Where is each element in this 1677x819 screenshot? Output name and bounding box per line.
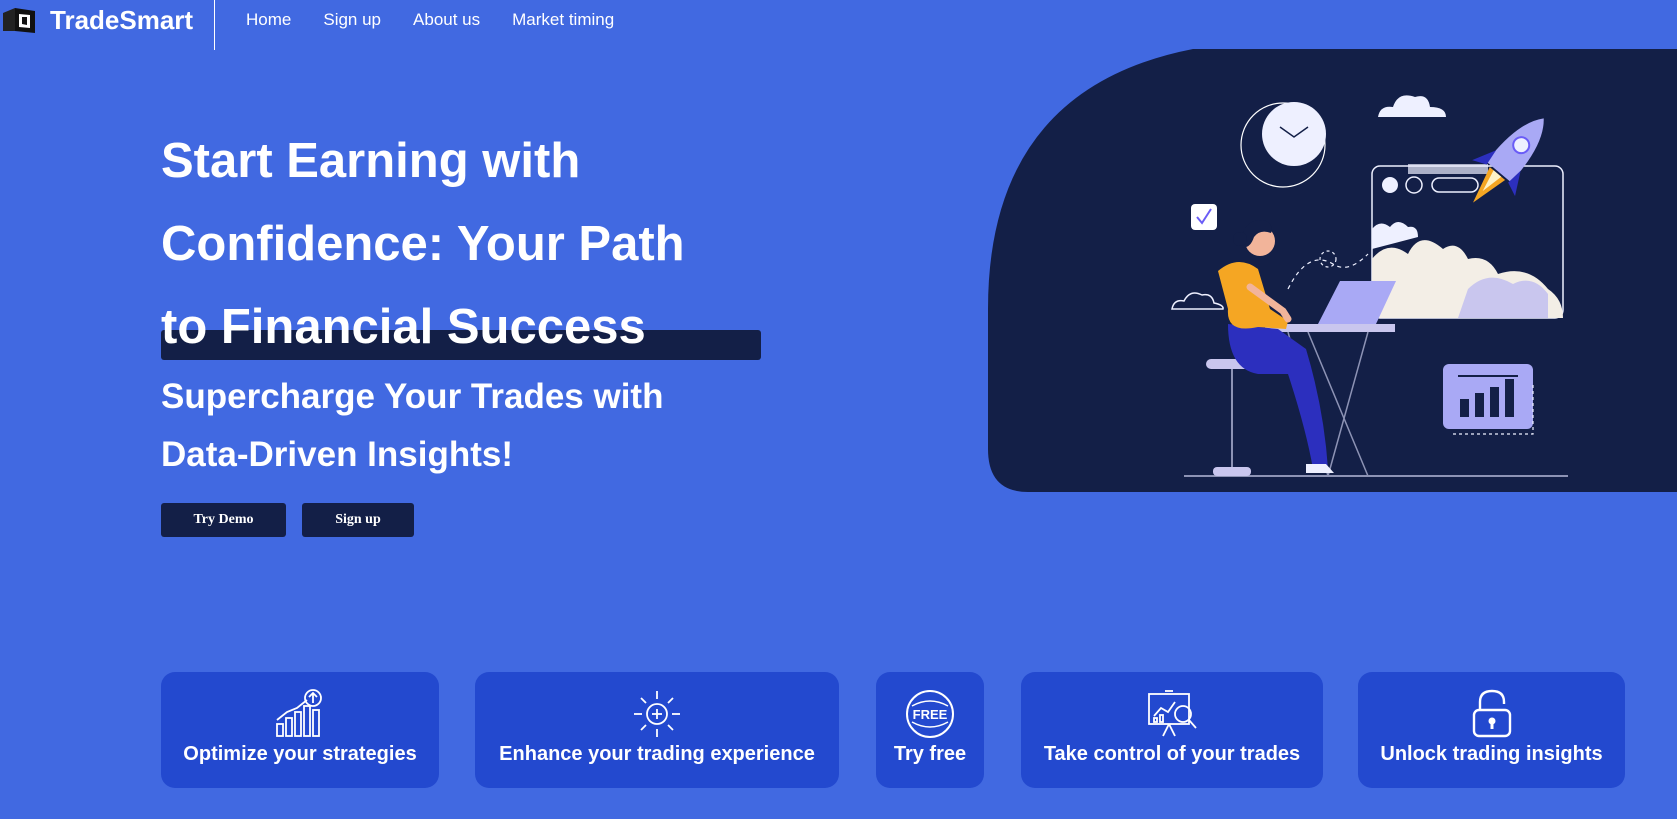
feature-card-enhance[interactable]: Enhance your trading experience: [475, 672, 839, 788]
top-navbar: TradeSmart Home Sign up About us Market …: [0, 0, 1677, 50]
svg-text:FREE: FREE: [913, 707, 948, 722]
feature-card-unlock[interactable]: Unlock trading insights: [1358, 672, 1625, 788]
nav-link-signup[interactable]: Sign up: [323, 10, 381, 30]
feature-label: Enhance your trading experience: [499, 743, 815, 765]
nav-links: Home Sign up About us Market timing: [246, 10, 614, 30]
growth-chart-icon: [276, 689, 322, 737]
nav-link-market-timing[interactable]: Market timing: [512, 10, 614, 30]
hero-subtitle: Supercharge Your Trades with Data-Driven…: [161, 368, 761, 484]
cube-logo-icon[interactable]: [3, 6, 35, 33]
analytics-board-icon: [1148, 690, 1197, 737]
hero-title: Start Earning with Confidence: Your Path…: [161, 120, 761, 369]
feature-card-take-control[interactable]: Take control of your trades: [1021, 672, 1323, 788]
nav-link-home[interactable]: Home: [246, 10, 291, 30]
feature-label: Take control of your trades: [1043, 743, 1301, 765]
hero-title-line: to Financial Success: [161, 300, 646, 354]
feature-label: Unlock trading insights: [1380, 743, 1603, 765]
hero-title-line: Confidence: Your Path: [161, 217, 685, 271]
signup-button[interactable]: Sign up: [302, 503, 414, 537]
hero-subtitle-line: Data-Driven Insights!: [161, 435, 513, 474]
hero-title-line: Start Earning with: [161, 134, 581, 188]
try-demo-button[interactable]: Try Demo: [161, 503, 286, 537]
nav-link-about[interactable]: About us: [413, 10, 480, 30]
unlock-icon: [1472, 689, 1511, 738]
feature-card-try-free[interactable]: FREE Try free: [876, 672, 984, 788]
hero-subtitle-line: Supercharge Your Trades with: [161, 377, 664, 416]
feature-label: Optimize your strategies: [183, 743, 417, 765]
nav-divider: [214, 0, 215, 50]
feature-label: Try free: [893, 743, 967, 765]
woman-at-laptop-rocket-illustration: [988, 49, 1677, 492]
sparkle-plus-icon: [634, 691, 680, 737]
brand-name[interactable]: TradeSmart: [50, 5, 193, 36]
free-badge-icon: FREE: [906, 690, 954, 738]
feature-card-optimize[interactable]: Optimize your strategies: [161, 672, 439, 788]
